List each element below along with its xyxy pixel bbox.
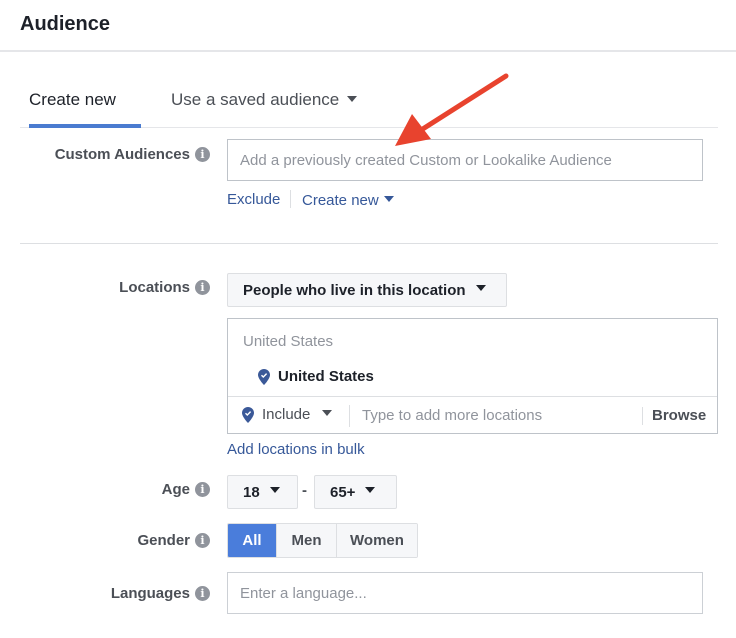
section-divider <box>20 243 718 244</box>
info-icon[interactable]: i <box>195 279 210 295</box>
panel-header: Audience <box>0 0 736 52</box>
tab-create-new[interactable]: Create new <box>29 90 116 128</box>
gender-women-button[interactable]: Women <box>336 524 417 557</box>
caret-down-icon <box>347 95 358 102</box>
caret-down-icon <box>322 409 333 416</box>
age-min-value: 18 <box>243 483 260 501</box>
caret-down-icon <box>365 487 376 493</box>
age-label-text: Age <box>161 481 190 498</box>
link-separator <box>290 190 291 208</box>
gender-label: Gender i <box>20 532 210 549</box>
caret-down-icon <box>383 196 394 203</box>
location-group-header: United States <box>243 333 334 350</box>
age-label: Age i <box>20 481 210 498</box>
custom-audiences-label-text: Custom Audiences <box>54 146 190 163</box>
gender-men-button[interactable]: Men <box>276 524 336 557</box>
include-dropdown[interactable]: Include <box>242 406 333 423</box>
location-selector: United States United States Include Brow… <box>227 318 718 434</box>
caret-down-icon <box>475 285 486 291</box>
tab-use-saved-audience[interactable]: Use a saved audience <box>171 90 358 128</box>
location-pin-icon <box>258 368 270 385</box>
tab-saved-label: Use a saved audience <box>171 90 340 109</box>
tab-create-new-label: Create new <box>29 90 116 109</box>
gender-all-button[interactable]: All <box>228 524 276 557</box>
panel-title: Audience <box>20 13 111 35</box>
selected-location[interactable]: United States <box>258 368 374 385</box>
age-max-value: 65+ <box>330 483 356 501</box>
location-type-value: People who live in this location <box>243 281 466 299</box>
location-type-dropdown[interactable]: People who live in this location <box>227 273 507 307</box>
info-icon[interactable]: i <box>195 146 210 162</box>
create-new-audience-link[interactable]: Create new <box>302 192 394 209</box>
exclude-link[interactable]: Exclude <box>227 191 280 208</box>
add-locations-in-bulk-link[interactable]: Add locations in bulk <box>227 441 365 458</box>
languages-input[interactable] <box>228 573 702 613</box>
locations-label-text: Locations <box>119 279 190 296</box>
locations-label: Locations i <box>20 279 210 296</box>
custom-audiences-input-box[interactable] <box>227 139 703 181</box>
selected-location-name: United States <box>278 368 374 385</box>
info-icon[interactable]: i <box>195 532 210 548</box>
age-range-separator: - <box>302 482 307 499</box>
include-label: Include <box>262 406 311 423</box>
location-pin-icon <box>242 406 254 423</box>
info-icon[interactable]: i <box>195 481 210 497</box>
location-search-box[interactable] <box>350 397 640 433</box>
languages-input-box[interactable] <box>227 572 703 614</box>
caret-down-icon <box>269 487 280 493</box>
location-search-input[interactable] <box>350 397 640 433</box>
custom-audiences-label: Custom Audiences i <box>20 146 210 163</box>
age-min-dropdown[interactable]: 18 <box>227 475 298 509</box>
browse-separator <box>642 407 643 425</box>
audience-tabs: Create new Use a saved audience <box>20 80 718 128</box>
location-input-row: Include Browse <box>228 396 717 433</box>
info-icon[interactable]: i <box>195 585 210 601</box>
languages-label-text: Languages <box>110 585 190 602</box>
languages-label: Languages i <box>20 585 210 602</box>
custom-audiences-input[interactable] <box>228 140 702 180</box>
browse-button[interactable]: Browse <box>652 407 706 424</box>
active-tab-indicator <box>29 124 141 128</box>
age-max-dropdown[interactable]: 65+ <box>314 475 397 509</box>
gender-label-text: Gender <box>137 532 190 549</box>
gender-segmented-control: All Men Women <box>227 523 418 558</box>
create-new-audience-label: Create new <box>302 192 379 209</box>
